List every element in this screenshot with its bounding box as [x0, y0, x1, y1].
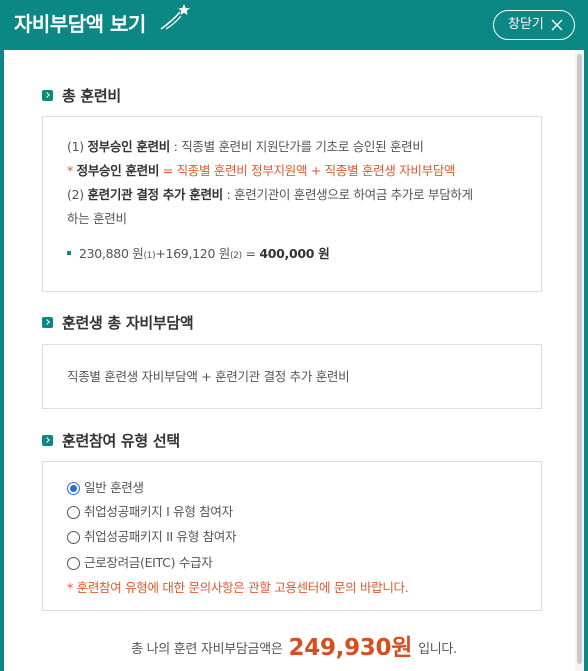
radio-option-eitc[interactable]: 근로장려금(EITC) 수급자	[67, 554, 213, 572]
window-frame-right	[584, 50, 588, 671]
institution-extra-fee-line: (2) 훈련기관 결정 추가 훈련비 : 훈련기관이 훈련생으로 하여금 추가로…	[67, 187, 473, 202]
radio-button[interactable]	[67, 481, 80, 495]
total-fee-value: 400,000 원	[259, 246, 330, 261]
section-arrow-icon	[42, 435, 53, 446]
total-fee-calculation: 230,880 원(1)+169,120 원(2) = 400,000 원	[67, 245, 330, 265]
radio-button[interactable]	[67, 556, 80, 570]
radio-option-package-1[interactable]: 취업성공패키지 I 유형 참여자	[67, 503, 233, 521]
self-pay-box: 직종별 훈련생 자비부담액 + 훈련기관 결정 추가 훈련비	[42, 344, 542, 409]
section-title-total-fee: 총 훈련비	[42, 86, 121, 106]
vertical-scrollbar[interactable]	[575, 50, 584, 671]
type-select-note: * 훈련참여 유형에 대한 문의사항은 관할 고용센터에 문의 바랍니다.	[67, 580, 409, 595]
close-window-label: 창닫기	[508, 17, 544, 32]
self-pay-formula: 직종별 훈련생 자비부담액 + 훈련기관 결정 추가 훈련비	[67, 369, 350, 384]
total-self-pay-summary: 총 나의 훈련 자비부담금액은 249,930원 입니다.	[131, 635, 457, 661]
total-self-pay-amount: 249,930원	[288, 635, 413, 661]
bullet-icon	[67, 251, 71, 255]
govt-approved-fee-note: * 정부승인 훈련비 = 직종별 훈련비 정부지원액 + 직종별 훈련생 자비부…	[67, 163, 456, 178]
header-bar: 자비부담액 보기 창닫기	[0, 0, 588, 50]
total-fee-box: (1) 정부승인 훈련비 : 직종별 훈련비 지원단가를 기초로 승인된 훈련비…	[42, 116, 542, 292]
radio-button[interactable]	[67, 530, 80, 544]
govt-approved-fee-line: (1) 정부승인 훈련비 : 직종별 훈련비 지원단가를 기초로 승인된 훈련비	[67, 139, 424, 154]
type-select-box: 일반 훈련생 취업성공패키지 I 유형 참여자 취업성공패키지 II 유형 참여…	[42, 461, 542, 611]
radio-option-package-2[interactable]: 취업성공패키지 II 유형 참여자	[67, 528, 237, 546]
page-title: 자비부담액 보기	[14, 12, 146, 36]
section-title-self-pay: 훈련생 총 자비부담액	[42, 313, 194, 333]
radio-option-general[interactable]: 일반 훈련생	[67, 479, 144, 497]
institution-extra-fee-line-cont: 하는 훈련비	[67, 211, 127, 226]
section-title-type-select: 훈련참여 유형 선택	[42, 431, 180, 451]
section-arrow-icon	[42, 90, 53, 101]
scrollbar-thumb[interactable]	[577, 54, 582, 664]
close-window-button[interactable]: 창닫기	[493, 10, 575, 40]
radio-button[interactable]	[67, 505, 80, 519]
section-arrow-icon	[42, 317, 53, 328]
window-frame-left	[0, 50, 4, 671]
close-icon	[551, 19, 563, 31]
shooting-star-icon	[160, 4, 190, 30]
